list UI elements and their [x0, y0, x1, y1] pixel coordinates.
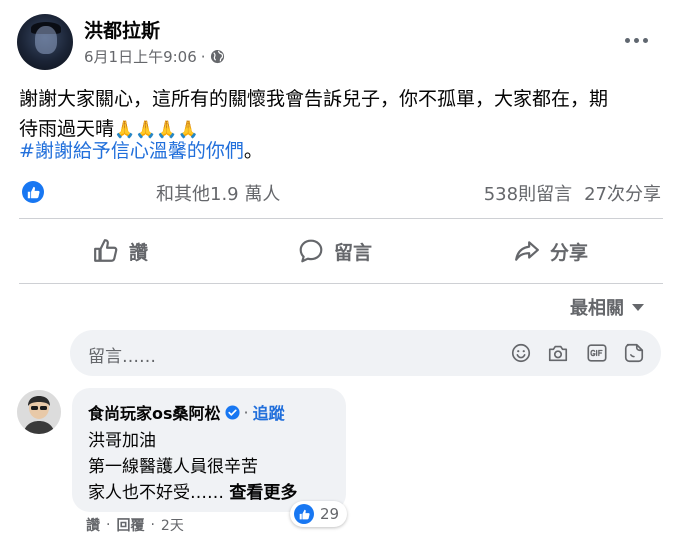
divider: [19, 218, 663, 219]
avatar-face: [35, 26, 57, 54]
comment-actions: 讚 · 回覆 · 2天: [86, 515, 184, 535]
hashtag-link[interactable]: #謝謝給予信心溫馨的你們: [19, 140, 244, 162]
post-timestamp[interactable]: 6月1日上午9:06: [84, 46, 197, 67]
post-text-line1: 謝謝大家關心，這所有的關懷我會告訴兒子，你不孤單，大家都在，期: [19, 88, 609, 110]
comment-sort-dropdown[interactable]: 最相關: [570, 294, 644, 320]
like-button[interactable]: 讚: [93, 232, 148, 270]
post-meta: 6月1日上午9:06 ·: [84, 46, 225, 67]
sort-label: 最相關: [570, 298, 624, 319]
thumb-up-outline-icon: [94, 239, 118, 262]
hashtag-line: #謝謝給予信心溫馨的你們。: [19, 136, 263, 166]
author-avatar[interactable]: [17, 14, 73, 70]
comment-line: 第一線醫護人員很辛苦: [88, 457, 258, 477]
comment-line-with-more: 家人也不好受…… 查看更多: [88, 478, 297, 503]
share-icon: [515, 241, 539, 261]
reaction-count: 29: [320, 505, 340, 523]
hashtag-suffix: 。: [243, 140, 263, 162]
comment-label: 留言: [334, 241, 373, 264]
comment-line: 家人也不好受……: [88, 483, 224, 503]
emoji-icon[interactable]: [510, 342, 532, 364]
dot: [633, 37, 639, 43]
verified-badge-icon: [225, 404, 240, 420]
more-options-icon[interactable]: [618, 28, 654, 52]
comment-reply-button[interactable]: 回覆: [116, 515, 144, 535]
comment-like-button[interactable]: 讚: [86, 515, 100, 535]
comment-header-separator: ·: [243, 402, 249, 422]
comment-time[interactable]: 2天: [161, 515, 184, 535]
comment-header: 食尚玩家os桑阿松 · 追蹤: [88, 400, 285, 424]
camera-icon[interactable]: [547, 342, 569, 364]
sticker-icon[interactable]: [623, 342, 645, 364]
like-icon: [294, 504, 314, 524]
thumb-up-icon: [299, 509, 310, 519]
meta-separator: ·: [200, 47, 206, 66]
dot: [624, 37, 630, 43]
comment-line: 洪哥加油: [88, 431, 156, 451]
engagement-counts: 538則留言 27次分享: [484, 180, 661, 206]
like-icon[interactable]: [22, 181, 44, 203]
separator: ·: [106, 517, 111, 533]
commenter-avatar-image: [17, 390, 61, 434]
comment-icon: [299, 239, 323, 263]
see-more-link[interactable]: 查看更多: [229, 483, 297, 503]
caret-down-icon: [632, 303, 644, 311]
like-label: 讚: [129, 241, 149, 264]
reaction-summary[interactable]: 和其他1.9 萬人: [156, 180, 280, 206]
comment-input[interactable]: 留言……: [70, 330, 661, 376]
facebook-post: 洪都拉斯 6月1日上午9:06 · 謝謝大家關心，這所有的關懷我會告訴兒子，你不…: [0, 0, 683, 546]
comment-button[interactable]: 留言: [298, 232, 372, 270]
commenter-avatar[interactable]: [17, 390, 61, 434]
comments-count[interactable]: 538則留言: [484, 180, 572, 206]
globe-icon[interactable]: [210, 49, 225, 64]
separator: ·: [150, 517, 155, 533]
thumb-up-icon: [27, 186, 40, 198]
share-button[interactable]: 分享: [514, 232, 588, 270]
comment-bubble: 食尚玩家os桑阿松 · 追蹤 洪哥加油 第一線醫護人員很辛苦 家人也不好受…… …: [72, 388, 346, 512]
comment-placeholder: 留言……: [88, 347, 156, 367]
comment-reaction-count[interactable]: 29: [290, 501, 348, 527]
dot: [642, 37, 648, 43]
share-label: 分享: [550, 241, 589, 264]
follow-button[interactable]: 追蹤: [253, 400, 285, 424]
post-author-name[interactable]: 洪都拉斯: [84, 16, 160, 43]
commenter-name[interactable]: 食尚玩家os桑阿松: [88, 400, 221, 424]
divider: [19, 283, 663, 284]
gif-icon[interactable]: [586, 342, 608, 364]
shares-count[interactable]: 27次分享: [584, 180, 661, 206]
